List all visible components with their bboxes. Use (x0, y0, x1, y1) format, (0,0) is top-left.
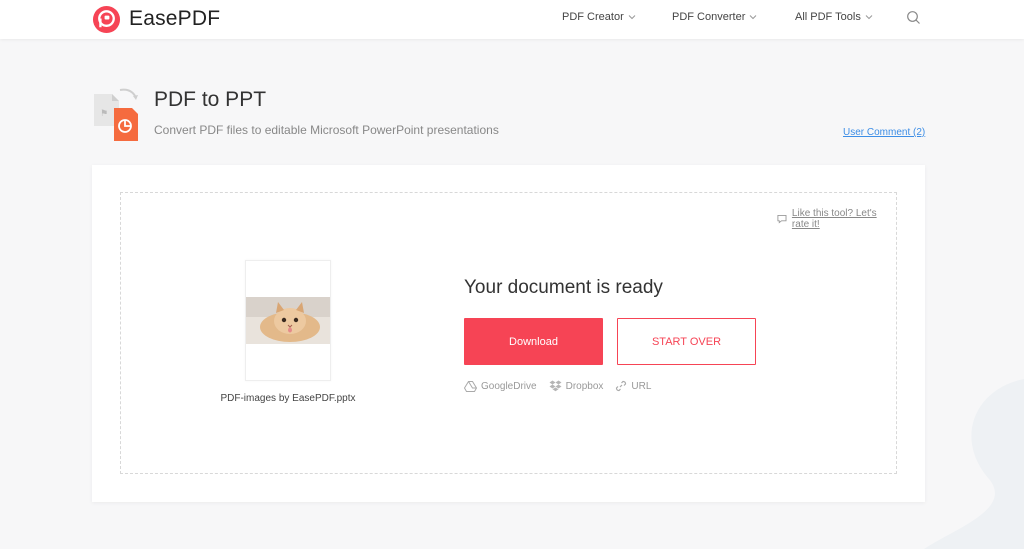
search-icon[interactable] (906, 10, 921, 25)
result-card: Like this tool? Let's rate it! PDF-image… (92, 165, 925, 502)
file-preview-thumbnail (245, 260, 331, 381)
kitten-image (246, 297, 330, 344)
rate-tool-label: Like this tool? Let's rate it! (791, 208, 877, 230)
ready-heading: Your document is ready (464, 277, 663, 298)
download-button[interactable]: Download (464, 318, 603, 365)
share-label: URL (631, 380, 652, 392)
user-comment-link[interactable]: User Comment (2) (843, 127, 925, 138)
page-subtitle: Convert PDF files to editable Microsoft … (154, 123, 499, 137)
share-label: GoogleDrive (481, 380, 537, 392)
nav-pdf-converter[interactable]: PDF Converter (672, 11, 757, 23)
save-to-dropbox[interactable]: Dropbox (549, 380, 604, 392)
share-options: GoogleDrive Dropbox URL (464, 380, 663, 392)
pdf-to-ppt-icon: ⚑ (94, 88, 138, 141)
chevron-down-icon (865, 15, 873, 20)
start-over-button[interactable]: START OVER (617, 318, 756, 365)
logo-text: EasePDF (129, 7, 221, 30)
google-drive-icon (464, 380, 477, 392)
nav-label: All PDF Tools (795, 11, 861, 23)
result-area: Like this tool? Let's rate it! PDF-image… (120, 192, 897, 474)
comment-icon (777, 214, 787, 224)
nav-label: PDF Creator (562, 11, 624, 23)
easepdf-logo-icon (92, 5, 121, 33)
logo[interactable]: EasePDF (92, 4, 220, 34)
chevron-down-icon (628, 15, 636, 20)
dropbox-icon (549, 380, 562, 392)
page-title: PDF to PPT (154, 88, 267, 111)
svg-text:⚑: ⚑ (100, 109, 108, 119)
save-to-google-drive[interactable]: GoogleDrive (464, 380, 537, 392)
rate-tool-link[interactable]: Like this tool? Let's rate it! (777, 208, 896, 230)
share-label: Dropbox (565, 380, 604, 392)
chevron-down-icon (750, 15, 757, 20)
file-name: PDF-images by EasePDF.pptx (220, 393, 356, 404)
copy-url[interactable]: URL (615, 380, 651, 392)
nav-pdf-creator[interactable]: PDF Creator (562, 11, 636, 23)
nav-all-pdf-tools[interactable]: All PDF Tools (795, 11, 873, 23)
top-navbar: EasePDF PDF Creator PDF Converter All PD… (0, 0, 1024, 39)
nav-label: PDF Converter (672, 11, 746, 23)
link-icon (616, 380, 627, 392)
